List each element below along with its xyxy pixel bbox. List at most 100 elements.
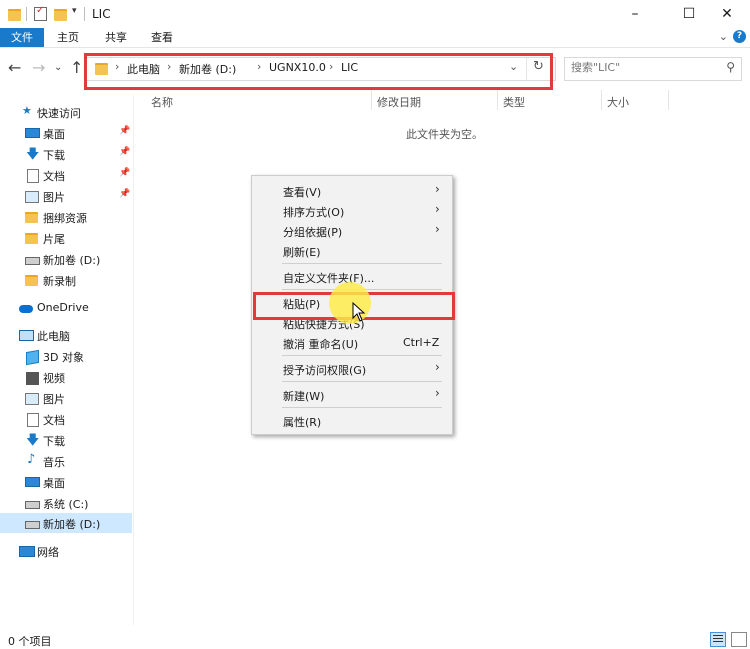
nav-item-documents[interactable]: 文档 📌: [0, 165, 132, 185]
nav-item-label: 文档: [43, 170, 65, 183]
nav-item-drive-d-quick[interactable]: 新加卷 (D:): [0, 249, 132, 269]
nav-item-quick-access[interactable]: ★ 快速访问: [0, 102, 132, 122]
download-icon: 🡇: [26, 433, 40, 448]
pc-icon: [19, 330, 34, 341]
menu-separator: [282, 263, 442, 264]
chevron-right-icon: ›: [435, 222, 440, 236]
network-icon: [19, 546, 35, 557]
chevron-right-icon: ›: [435, 202, 440, 216]
nav-item-onedrive[interactable]: OneDrive: [0, 298, 132, 318]
nav-item-drive-d[interactable]: 新加卷 (D:): [0, 513, 132, 533]
menu-item-label: 分组依据(P): [283, 226, 343, 239]
nav-item-desktop-pc[interactable]: 桌面: [0, 472, 132, 492]
download-icon: 🡇: [26, 147, 40, 162]
menu-item-label: 新建(W): [283, 390, 325, 403]
nav-item-label: 视频: [43, 372, 65, 385]
menu-item-view[interactable]: 查看(V) ›: [253, 180, 451, 200]
properties-icon[interactable]: [34, 5, 47, 21]
nav-item-label: OneDrive: [37, 301, 89, 314]
nav-item-label: 桌面: [43, 128, 65, 141]
nav-item-ending[interactable]: 片尾: [0, 228, 132, 248]
menu-item-sort-by[interactable]: 排序方式(O) ›: [253, 200, 451, 220]
column-header-date[interactable]: 修改日期: [377, 94, 421, 110]
pin-icon[interactable]: 📌: [119, 189, 130, 199]
help-icon[interactable]: ?: [733, 30, 746, 43]
column-header-name[interactable]: 名称: [151, 94, 173, 110]
menu-item-label: 属性(R): [283, 416, 322, 429]
forward-arrow-icon[interactable]: →: [32, 58, 45, 77]
nav-item-3d-objects[interactable]: 3D 对象: [0, 346, 132, 366]
tab-view[interactable]: 查看: [142, 28, 182, 47]
folder-icon: [25, 275, 38, 286]
tab-share[interactable]: 共享: [96, 28, 136, 47]
folder-icon: [25, 233, 38, 244]
close-button[interactable]: ✕: [704, 0, 750, 28]
up-arrow-icon[interactable]: ↑: [70, 58, 83, 77]
cloud-icon: [19, 305, 33, 313]
nav-item-desktop[interactable]: 桌面 📌: [0, 123, 132, 143]
tab-file[interactable]: 文件: [0, 28, 44, 47]
nav-item-network[interactable]: 网络: [0, 541, 132, 561]
ribbon-tabs: 文件 主页 共享 查看 ⌄ ?: [0, 28, 750, 48]
large-icons-view-icon[interactable]: [731, 632, 747, 647]
nav-item-label: 文档: [43, 414, 65, 427]
pane-divider[interactable]: [133, 95, 134, 625]
document-icon: [27, 169, 39, 183]
recent-locations-icon[interactable]: ⌄: [54, 62, 62, 73]
search-icon[interactable]: ⚲: [726, 60, 735, 74]
column-divider[interactable]: [668, 90, 669, 110]
search-input[interactable]: [571, 61, 711, 74]
new-folder-icon[interactable]: [54, 9, 67, 21]
menu-item-group-by[interactable]: 分组依据(P) ›: [253, 220, 451, 240]
menu-item-give-access[interactable]: 授予访问权限(G) ›: [253, 358, 451, 378]
hand-cursor-icon: [352, 302, 366, 322]
menu-item-undo-rename[interactable]: 撤消 重命名(U) Ctrl+Z: [253, 332, 451, 352]
music-icon: ♪: [27, 452, 36, 467]
nav-item-pictures-pc[interactable]: 图片: [0, 388, 132, 408]
column-header-size[interactable]: 大小: [607, 94, 629, 110]
menu-item-new[interactable]: 新建(W) ›: [253, 384, 451, 404]
nav-item-bundle[interactable]: 捆绑资源: [0, 207, 132, 227]
nav-item-downloads[interactable]: 🡇 下载 📌: [0, 144, 132, 164]
menu-item-label: 自定义文件夹(F)...: [283, 272, 375, 285]
nav-item-drive-c[interactable]: 系统 (C:): [0, 493, 132, 513]
minimize-button[interactable]: –: [612, 0, 658, 28]
nav-item-new-recording[interactable]: 新录制: [0, 270, 132, 290]
nav-item-label: 新加卷 (D:): [43, 254, 101, 267]
column-divider[interactable]: [371, 90, 372, 110]
nav-item-downloads-pc[interactable]: 🡇 下载: [0, 430, 132, 450]
menu-item-properties[interactable]: 属性(R): [253, 410, 451, 430]
nav-item-pictures[interactable]: 图片 📌: [0, 186, 132, 206]
pin-icon[interactable]: 📌: [119, 168, 130, 178]
details-view-icon[interactable]: [710, 632, 726, 647]
pictures-icon: [25, 393, 39, 405]
nav-item-music[interactable]: ♪ 音乐: [0, 451, 132, 471]
menu-shortcut: Ctrl+Z: [403, 336, 440, 349]
back-arrow-icon[interactable]: ←: [8, 58, 21, 77]
item-count: 0 个项目: [8, 635, 52, 648]
expand-ribbon-icon[interactable]: ⌄: [719, 30, 728, 43]
column-header-type[interactable]: 类型: [503, 94, 525, 110]
tab-home[interactable]: 主页: [48, 28, 88, 47]
nav-item-label: 网络: [37, 546, 59, 559]
video-icon: [26, 372, 39, 385]
menu-separator: [282, 355, 442, 356]
menu-item-label: 排序方式(O): [283, 206, 345, 219]
pin-icon[interactable]: 📌: [119, 126, 130, 136]
customize-quick-access-icon[interactable]: ▾: [72, 6, 77, 16]
nav-item-documents-pc[interactable]: 文档: [0, 409, 132, 429]
empty-folder-message: 此文件夹为空。: [406, 128, 483, 141]
column-divider[interactable]: [601, 90, 602, 110]
pin-icon[interactable]: 📌: [119, 147, 130, 157]
drive-icon: [25, 521, 40, 529]
desktop-icon: [25, 128, 40, 138]
menu-item-refresh[interactable]: 刷新(E): [253, 240, 451, 260]
nav-item-this-pc[interactable]: 此电脑: [0, 325, 132, 345]
nav-item-videos[interactable]: 视频: [0, 367, 132, 387]
nav-item-label: 新录制: [43, 275, 76, 288]
window-title: LIC: [92, 7, 111, 21]
column-divider[interactable]: [497, 90, 498, 110]
search-box[interactable]: ⚲: [564, 57, 742, 81]
folder-icon: [25, 212, 38, 223]
3d-objects-icon: [26, 349, 39, 366]
